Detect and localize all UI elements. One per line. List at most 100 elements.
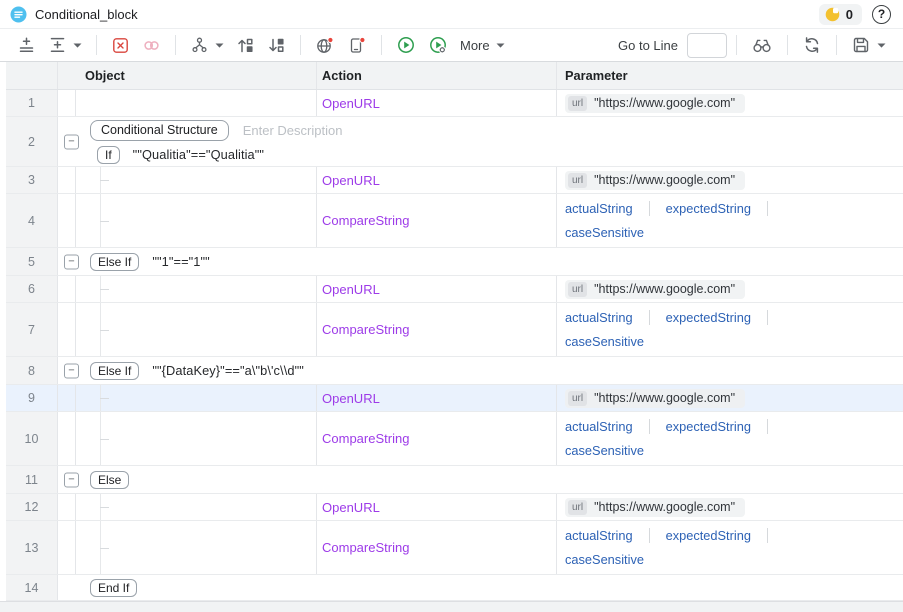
help-button[interactable]: ? <box>872 5 891 24</box>
toolbar-divider <box>300 35 301 55</box>
else-if-chip[interactable]: Else If <box>90 253 139 271</box>
action-cell: CompareString <box>317 303 557 356</box>
action-link[interactable]: OpenURL <box>322 96 380 111</box>
row-number[interactable]: 8 <box>6 357 58 384</box>
parameter-name[interactable]: caseSensitive <box>565 552 644 567</box>
if-chip[interactable]: If <box>97 146 120 164</box>
row-number[interactable]: 11 <box>6 466 58 493</box>
move-step-up-button[interactable] <box>231 33 260 58</box>
action-link[interactable]: CompareString <box>322 540 409 555</box>
collapse-button[interactable]: − <box>64 254 79 269</box>
parameter-name[interactable]: actualString <box>565 419 633 434</box>
parameter-cell: url"https://www.google.com" <box>557 90 903 116</box>
step-row: 12 OpenURL url"https://www.google.com" <box>6 494 903 521</box>
action-link[interactable]: OpenURL <box>322 282 380 297</box>
action-link[interactable]: CompareString <box>322 431 409 446</box>
row-number[interactable]: 3 <box>6 167 58 193</box>
object-cell[interactable] <box>76 90 317 116</box>
counter-icon <box>825 7 840 22</box>
conditional-structure-button[interactable] <box>185 33 229 58</box>
parameter-name[interactable]: actualString <box>565 528 633 543</box>
object-cell[interactable] <box>76 494 317 520</box>
object-cell[interactable] <box>76 385 317 411</box>
parameter-list: actualString expectedString caseSensitive <box>565 201 827 240</box>
web-objects-button[interactable] <box>310 33 340 58</box>
parameter-name[interactable]: caseSensitive <box>565 443 644 458</box>
refresh-button[interactable] <box>797 32 827 58</box>
parameter-name[interactable]: caseSensitive <box>565 225 644 240</box>
url-parameter[interactable]: url"https://www.google.com" <box>565 171 745 190</box>
row-number[interactable]: 6 <box>6 276 58 302</box>
row-number[interactable]: 1 <box>6 90 58 116</box>
row-number[interactable]: 4 <box>6 194 58 247</box>
step-row: 6 OpenURL url"https://www.google.com" <box>6 276 903 303</box>
parameter-name[interactable]: actualString <box>565 310 633 325</box>
object-cell[interactable] <box>76 412 317 465</box>
parameter-name[interactable]: actualString <box>565 201 633 216</box>
move-step-down-button[interactable] <box>262 33 291 58</box>
save-button[interactable] <box>846 32 891 58</box>
row-number[interactable]: 2 <box>6 117 58 166</box>
insert-step-button[interactable] <box>43 33 87 58</box>
action-cell: OpenURL <box>317 385 557 411</box>
header-object-column: Object <box>58 62 317 89</box>
object-cell[interactable] <box>76 194 317 247</box>
parameter-name[interactable]: expectedString <box>666 419 751 434</box>
url-parameter[interactable]: url"https://www.google.com" <box>565 389 745 408</box>
run-with-settings-button[interactable] <box>423 32 453 58</box>
unlink-button[interactable] <box>137 33 166 58</box>
collapse-button[interactable]: − <box>64 134 79 149</box>
run-counter-badge[interactable]: 0 <box>819 4 862 25</box>
row-number[interactable]: 9 <box>6 385 58 411</box>
action-link[interactable]: OpenURL <box>322 500 380 515</box>
more-menu-button[interactable]: More <box>455 35 510 56</box>
row-number[interactable]: 7 <box>6 303 58 356</box>
action-link[interactable]: CompareString <box>322 213 409 228</box>
delete-step-button[interactable] <box>106 33 135 58</box>
parameter-name[interactable]: expectedString <box>666 528 751 543</box>
object-cell[interactable] <box>76 303 317 356</box>
end-if-chip[interactable]: End If <box>90 579 137 597</box>
row-number[interactable]: 14 <box>6 575 58 600</box>
collapse-button[interactable]: − <box>64 363 79 378</box>
row-gutter <box>58 521 76 574</box>
action-cell: OpenURL <box>317 494 557 520</box>
url-parameter[interactable]: url"https://www.google.com" <box>565 280 745 299</box>
find-button[interactable] <box>746 33 778 58</box>
collapse-button[interactable]: − <box>64 472 79 487</box>
action-link[interactable]: OpenURL <box>322 391 380 406</box>
object-cell[interactable] <box>76 521 317 574</box>
url-parameter[interactable]: url"https://www.google.com" <box>565 498 745 517</box>
counter-value: 0 <box>846 7 853 22</box>
parameter-name[interactable]: expectedString <box>666 310 751 325</box>
row-number[interactable]: 12 <box>6 494 58 520</box>
tree-tick <box>100 439 109 440</box>
parameter-name[interactable]: caseSensitive <box>565 334 644 349</box>
mobile-objects-button[interactable] <box>342 33 372 58</box>
conditional-structure-chip[interactable]: Conditional Structure <box>90 120 229 141</box>
row-number[interactable]: 10 <box>6 412 58 465</box>
action-link[interactable]: CompareString <box>322 322 409 337</box>
parameter-cell: actualString expectedString caseSensitive <box>557 412 903 465</box>
condition-text[interactable]: ""{DataKey}"=="a\"b\'c\\d"" <box>152 363 304 378</box>
run-button[interactable] <box>391 32 421 58</box>
parameter-name[interactable]: expectedString <box>666 201 751 216</box>
condition-text[interactable]: ""1"=="1"" <box>152 254 209 269</box>
else-chip[interactable]: Else <box>90 471 129 489</box>
url-value: "https://www.google.com" <box>594 173 735 187</box>
object-cell[interactable] <box>76 276 317 302</box>
condition-text[interactable]: ""Qualitia"=="Qualitia"" <box>133 147 264 162</box>
action-cell: CompareString <box>317 412 557 465</box>
row-gutter <box>58 385 76 411</box>
else-if-chip[interactable]: Else If <box>90 362 139 380</box>
goto-line-input[interactable] <box>687 33 727 58</box>
toolbar-divider <box>96 35 97 55</box>
row-number[interactable]: 5 <box>6 248 58 275</box>
row-number[interactable]: 13 <box>6 521 58 574</box>
parameter-separator <box>767 528 768 543</box>
description-input[interactable]: Enter Description <box>243 123 343 138</box>
object-cell[interactable] <box>76 167 317 193</box>
action-link[interactable]: OpenURL <box>322 173 380 188</box>
add-step-button[interactable] <box>12 33 41 58</box>
url-parameter[interactable]: url"https://www.google.com" <box>565 94 745 113</box>
